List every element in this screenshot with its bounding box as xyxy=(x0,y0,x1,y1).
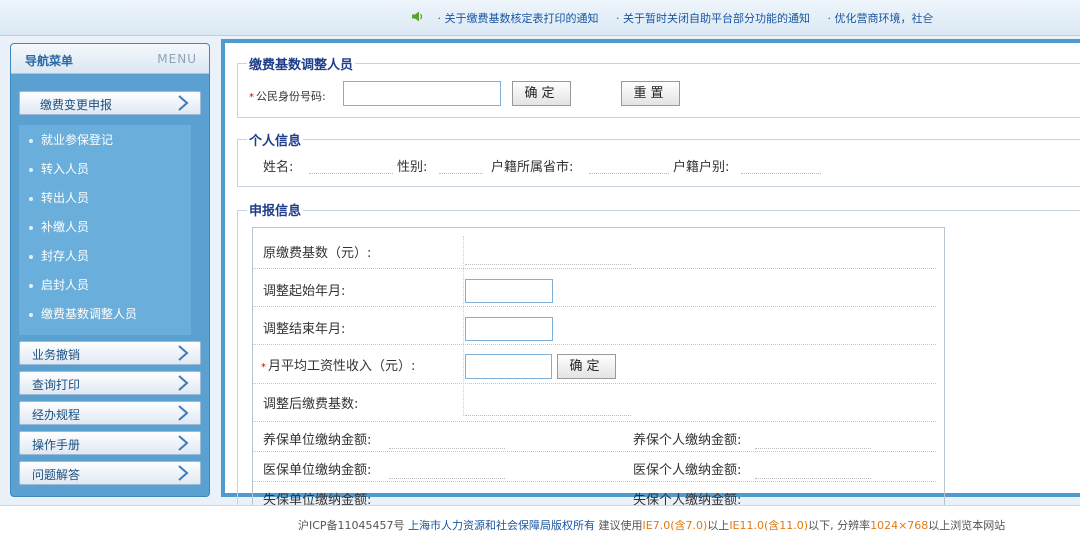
column-divider xyxy=(463,236,464,416)
icp-number: 沪ICP备11045457号 xyxy=(298,519,405,532)
orig-base-label: 原缴费基数（元）: xyxy=(263,246,372,261)
content-frame: 导航菜单 MENU 缴费变更申报 就业参保登记 转入人员 转出人员 补缴人员 封… xyxy=(0,36,1080,510)
nav-menu-title-en: MENU xyxy=(157,52,197,66)
bullet-icon xyxy=(29,196,33,201)
notice-link-1[interactable]: · 关于缴费基数核定表打印的通知 xyxy=(438,12,599,25)
chevron-right-icon xyxy=(176,344,190,362)
id-number-label: * 公民身份号码: xyxy=(249,90,326,103)
menu-category-procedures[interactable]: 经办规程 xyxy=(19,401,201,425)
bullet-icon xyxy=(29,254,33,259)
income-input[interactable] xyxy=(465,354,552,379)
notice-link-2[interactable]: · 关于暂时关闭自助平台部分功能的通知 xyxy=(616,12,810,25)
pension-person-value-line xyxy=(755,448,871,449)
medical-person-value-line xyxy=(755,478,871,479)
medical-person-label: 医保个人缴纳金额: xyxy=(633,463,742,478)
medical-unit-label: 医保单位缴纳金额: xyxy=(263,463,372,478)
submenu-item-employment-register[interactable]: 就业参保登记 xyxy=(29,131,113,148)
main-panel: 缴费基数调整人员 * 公民身份号码: 确定 重置 个人信息 姓名: 性别: 户籍所… xyxy=(221,39,1080,510)
pension-person-label: 养保个人缴纳金额: xyxy=(633,433,742,448)
table-row xyxy=(253,269,936,307)
chevron-right-icon xyxy=(176,94,190,112)
name-label: 姓名: xyxy=(263,160,294,175)
nav-menu-header: 导航菜单 MENU xyxy=(11,44,209,74)
pension-unit-value-line xyxy=(389,448,505,449)
gender-label: 性别: xyxy=(397,160,428,175)
chevron-right-icon xyxy=(176,374,190,392)
personal-info-section xyxy=(237,139,1080,187)
copyright-link[interactable]: 上海市人力资源和社会保障局版权所有 xyxy=(408,519,595,532)
chevron-right-icon xyxy=(176,404,190,422)
submenu: 就业参保登记 转入人员 转出人员 补缴人员 封存人员 启封人员 缴费基数调整人员 xyxy=(19,125,191,335)
menu-category-payment-change[interactable]: 缴费变更申报 xyxy=(19,91,201,115)
start-month-label: 调整起始年月: xyxy=(263,284,346,299)
chevron-right-icon xyxy=(176,464,190,482)
menu-category-query-print[interactable]: 查询打印 xyxy=(19,371,201,395)
orig-base-value-line xyxy=(465,264,631,265)
nav-menu-title: 导航菜单 xyxy=(25,54,74,68)
submenu-item-base-adjust[interactable]: 缴费基数调整人员 xyxy=(29,305,137,322)
footer: 沪ICP备11045457号 上海市人力资源和社会保障局版权所有 建议使用IE7… xyxy=(0,505,1080,533)
bullet-icon xyxy=(29,138,33,143)
gender-value-line xyxy=(439,173,483,174)
notice-link-3[interactable]: · 优化营商环境，社仺 xyxy=(828,12,934,25)
required-mark: * xyxy=(249,92,254,103)
notice-marquee: · 关于缴费基数核定表打印的通知 · 关于暂时关闭自助平台部分功能的通知 · 优… xyxy=(412,10,948,26)
adjusted-base-value-line xyxy=(465,415,631,416)
menu-category-manual[interactable]: 操作手册 xyxy=(19,431,201,455)
chevron-right-icon xyxy=(176,434,190,452)
menu-category-faq[interactable]: 问题解答 xyxy=(19,461,201,485)
income-confirm-button[interactable]: 确定 xyxy=(557,354,616,379)
speaker-icon xyxy=(412,11,424,25)
search-reset-button[interactable]: 重置 xyxy=(621,81,680,106)
search-confirm-button[interactable]: 确定 xyxy=(512,81,571,106)
bullet-icon xyxy=(29,312,33,317)
submenu-item-transfer-in[interactable]: 转入人员 xyxy=(29,160,89,177)
required-mark: * xyxy=(261,362,266,373)
pension-unit-label: 养保单位缴纳金额: xyxy=(263,433,372,448)
nav-menu: 导航菜单 MENU 缴费变更申报 就业参保登记 转入人员 转出人员 补缴人员 封… xyxy=(10,43,210,497)
search-section-title: 缴费基数调整人员 xyxy=(247,54,356,73)
declaration-title: 申报信息 xyxy=(247,200,304,219)
start-month-input[interactable] xyxy=(465,279,553,303)
personal-info-title: 个人信息 xyxy=(247,130,304,149)
table-row xyxy=(253,307,936,345)
footer-text: 沪ICP备11045457号 上海市人力资源和社会保障局版权所有 建议使用IE7… xyxy=(298,519,1006,532)
province-label: 户籍所属省市: xyxy=(491,160,574,175)
submenu-item-resume[interactable]: 启封人员 xyxy=(29,276,89,293)
name-value-line xyxy=(309,173,393,174)
end-month-input[interactable] xyxy=(465,317,553,341)
end-month-label: 调整结束年月: xyxy=(263,322,346,337)
menu-category-cancel[interactable]: 业务撤销 xyxy=(19,341,201,365)
declaration-table: 原缴费基数（元）: 调整起始年月: 调整结束年月: * 月平均工资性收入（元）: … xyxy=(252,227,945,508)
submenu-item-suspend[interactable]: 封存人员 xyxy=(29,247,89,264)
hukou-value-line xyxy=(741,173,821,174)
submenu-item-back-payment[interactable]: 补缴人员 xyxy=(29,218,89,235)
province-value-line xyxy=(589,173,669,174)
adjusted-base-label: 调整后缴费基数: xyxy=(263,397,359,412)
id-number-input[interactable] xyxy=(343,81,501,106)
notice-bar: · 关于缴费基数核定表打印的通知 · 关于暂时关闭自助平台部分功能的通知 · 优… xyxy=(0,0,1080,36)
medical-unit-value-line xyxy=(389,478,505,479)
bullet-icon xyxy=(29,225,33,230)
bullet-icon xyxy=(29,167,33,172)
submenu-item-transfer-out[interactable]: 转出人员 xyxy=(29,189,89,206)
income-label: * 月平均工资性收入（元）: xyxy=(261,359,416,374)
bullet-icon xyxy=(29,283,33,288)
hukou-label: 户籍户别: xyxy=(673,160,730,175)
